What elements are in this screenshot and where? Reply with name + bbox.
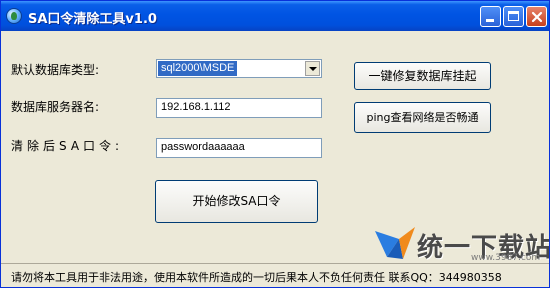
brand-logo-icon: [373, 223, 417, 263]
start-modify-button[interactable]: 开始修改SA口令: [155, 180, 318, 223]
sa-password-label: 清除后SA口令:: [11, 139, 124, 153]
sa-password-input[interactable]: passwordaaaaaa: [156, 138, 322, 158]
db-type-select[interactable]: sql2000\MSDE: [156, 59, 322, 78]
app-window: SA口令清除工具v1.0 默认数据库类型: sql2000\MSDE 数据库服务…: [0, 0, 550, 288]
brand-watermark-url: www.3987.com: [471, 253, 541, 263]
status-text: 请勿将本工具用于非法用途，使用本软件所造成的一切后果本人不负任何责任 联系QQ：…: [11, 271, 502, 284]
chevron-down-icon[interactable]: [305, 61, 320, 76]
maximize-button[interactable]: [503, 6, 524, 27]
app-icon: [6, 8, 22, 24]
repair-db-button[interactable]: 一键修复数据库挂起: [354, 62, 491, 90]
close-button[interactable]: [526, 6, 547, 27]
ping-check-button[interactable]: ping查看网络是否畅通: [354, 102, 491, 133]
db-type-selected-value: sql2000\MSDE: [158, 61, 238, 76]
title-bar[interactable]: SA口令清除工具v1.0: [1, 1, 549, 31]
close-icon: [531, 11, 543, 23]
db-type-label: 默认数据库类型:: [11, 63, 100, 77]
server-name-label: 数据库服务器名:: [11, 100, 100, 114]
window-title: SA口令清除工具v1.0: [28, 12, 157, 27]
status-bar: 请勿将本工具用于非法用途，使用本软件所造成的一切后果本人不负任何责任 联系QQ：…: [1, 263, 549, 287]
minimize-button[interactable]: [480, 6, 501, 27]
server-name-input[interactable]: 192.168.1.112: [156, 98, 322, 118]
